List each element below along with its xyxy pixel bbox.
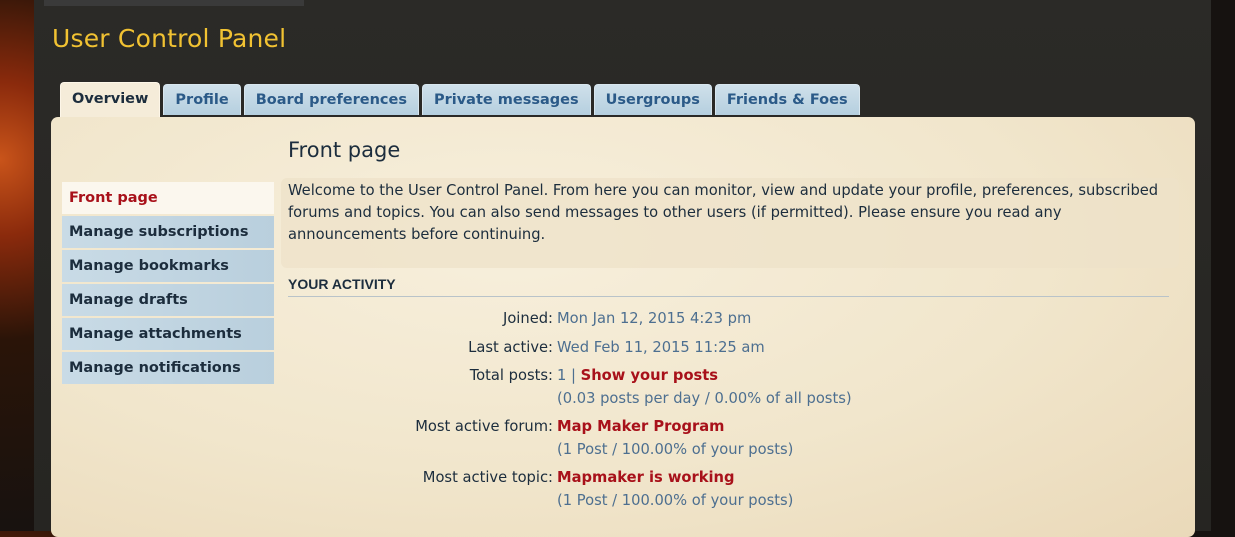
active-forum-value: Map Maker Program — [557, 418, 724, 435]
last-active-label: Last active: — [468, 339, 553, 356]
active-forum-stats: (1 Post / 100.00% of your posts) — [557, 441, 794, 458]
tab-board-preferences[interactable]: Board preferences — [243, 84, 419, 115]
total-posts-count: 1 | — [557, 367, 576, 384]
show-posts-link[interactable]: Show your posts — [581, 367, 718, 384]
sidebar-item-manage-drafts[interactable]: Manage drafts — [62, 284, 274, 316]
active-topic-label: Most active topic: — [422, 469, 553, 486]
tab-bar: Overview Profile Board preferences Priva… — [60, 82, 863, 118]
active-topic-value: Mapmaker is working — [557, 469, 735, 486]
intro-text: Welcome to the User Control Panel. From … — [288, 182, 1159, 243]
active-forum-link[interactable]: Map Maker Program — [557, 418, 724, 435]
page-title: User Control Panel — [52, 24, 287, 53]
tab-friends-foes[interactable]: Friends & Foes — [714, 84, 860, 115]
sidebar-item-front-page[interactable]: Front page — [62, 182, 274, 214]
total-posts-label: Total posts: — [469, 367, 553, 384]
total-posts-value: 1 | Show your posts — [557, 367, 718, 384]
tab-profile[interactable]: Profile — [163, 84, 241, 115]
active-topic-link[interactable]: Mapmaker is working — [557, 469, 735, 486]
tab-usergroups[interactable]: Usergroups — [593, 84, 712, 115]
activity-title: YOUR ACTIVITY — [288, 276, 396, 292]
sidebar-item-manage-notifications[interactable]: Manage notifications — [62, 352, 274, 384]
tab-overview[interactable]: Overview — [60, 82, 161, 117]
posts-stats: (0.03 posts per day / 0.00% of all posts… — [557, 390, 852, 407]
sidebar-item-manage-bookmarks[interactable]: Manage bookmarks — [62, 250, 274, 282]
sidebar-menu: Front page Manage subscriptions Manage b… — [62, 182, 274, 386]
tab-private-messages[interactable]: Private messages — [421, 84, 591, 115]
sidebar-item-manage-subscriptions[interactable]: Manage subscriptions — [62, 216, 274, 248]
sidebar-item-manage-attachments[interactable]: Manage attachments — [62, 318, 274, 350]
active-forum-label: Most active forum: — [415, 418, 553, 435]
activity-divider — [288, 296, 1169, 297]
header-strip — [44, 0, 304, 6]
joined-value: Mon Jan 12, 2015 4:23 pm — [557, 310, 752, 327]
active-topic-stats: (1 Post / 100.00% of your posts) — [557, 492, 794, 509]
section-heading: Front page — [288, 138, 401, 162]
joined-label: Joined: — [502, 310, 553, 327]
last-active-value: Wed Feb 11, 2015 11:25 am — [557, 339, 765, 356]
